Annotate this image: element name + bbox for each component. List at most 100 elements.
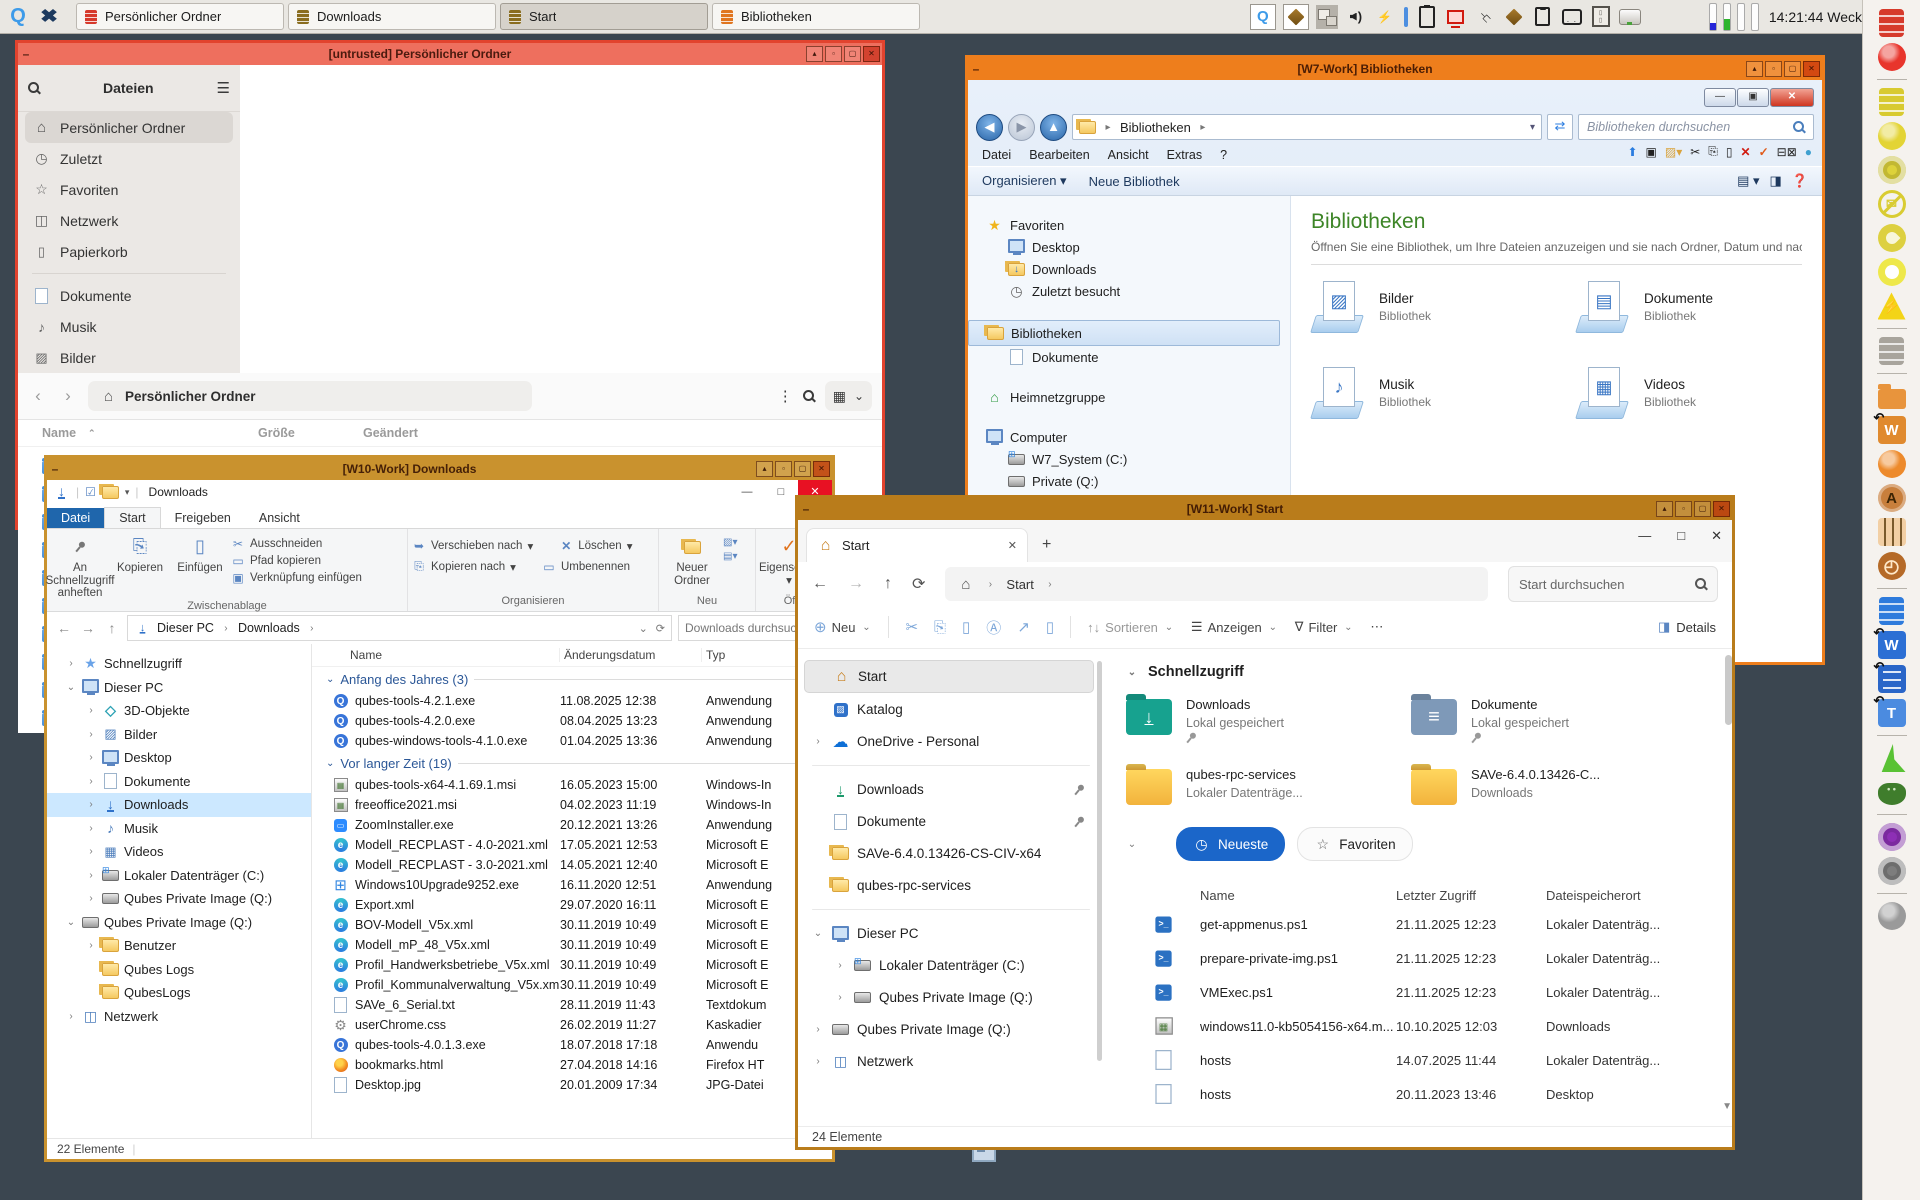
w10-titlebar[interactable]: – [W10-Work] Downloads ▴ ▫ ▢ ✕ xyxy=(47,458,832,480)
app-launcher-icon[interactable]: ✖ xyxy=(33,4,64,30)
delete-icon[interactable]: ▯ xyxy=(1046,618,1054,636)
paste-button[interactable]: ▯Einfügen xyxy=(171,531,229,575)
w7-library-item[interactable]: Videos Bibliothek xyxy=(1576,367,1831,419)
cut-icon[interactable]: ✂ xyxy=(905,618,918,636)
w10-file-row[interactable]: qubes-windows-tools-4.1.0.exe 01.04.2025… xyxy=(312,731,832,751)
sticky-button[interactable]: ▫ xyxy=(1675,501,1692,517)
files-blue[interactable] xyxy=(1876,595,1908,627)
w10-tree-item[interactable]: › Bilder xyxy=(47,723,311,747)
maximize-button[interactable]: ▢ xyxy=(1784,61,1801,77)
indicator-bar-icon[interactable] xyxy=(1403,5,1409,29)
new-folder-icon[interactable]: ▨▾ xyxy=(1665,145,1682,159)
w10-tree-item[interactable]: › Desktop xyxy=(47,746,311,770)
up-button[interactable]: ▲ xyxy=(1040,114,1067,141)
frog-green[interactable] xyxy=(1876,776,1908,808)
new-menu[interactable]: ⊕Neu⌄ xyxy=(814,618,872,636)
w11-nav-item[interactable] xyxy=(812,909,1090,910)
refresh-button[interactable]: ⟳ xyxy=(912,574,925,594)
volume-sliders[interactable] xyxy=(1709,3,1759,31)
w11-file-row[interactable]: windows11.0-kb5054156-x64.m... 10.10.202… xyxy=(1126,1009,1722,1043)
qat-dropdown-icon[interactable]: ▾ xyxy=(125,487,130,498)
w7-nav-item[interactable]: Downloads xyxy=(968,258,1290,280)
mixer-orange[interactable] xyxy=(1876,516,1908,548)
share-icon[interactable]: ↗ xyxy=(1017,618,1030,636)
w10-tree-item[interactable]: QubesLogs xyxy=(47,981,311,1005)
address-dropdown-icon[interactable]: ▾ xyxy=(1530,122,1535,133)
close-button[interactable]: ✕ xyxy=(1803,61,1820,77)
w7-nav-item[interactable]: Favoriten xyxy=(968,214,1290,236)
w7-library-item[interactable]: Musik Bibliothek xyxy=(1311,367,1566,419)
rename-icon[interactable]: Ⓐ xyxy=(986,617,1001,638)
w11-nav-item[interactable]: › OneDrive - Personal xyxy=(804,726,1094,757)
warning-yellow[interactable] xyxy=(1876,290,1908,322)
gnome-sidebar-item[interactable]: Musik xyxy=(25,311,233,342)
taskbar-window-button[interactable]: Persönlicher Ordner xyxy=(76,3,284,30)
ribbon-tab[interactable]: Freigeben xyxy=(161,508,245,528)
quick-access-card[interactable]: Dokumente Lokal gespeichert xyxy=(1411,697,1696,749)
clipboard-icon[interactable] xyxy=(1532,5,1554,29)
col-location[interactable]: Dateispeicherort xyxy=(1546,888,1722,903)
power-icon[interactable] xyxy=(1374,5,1396,29)
w7-menu-item[interactable]: Bearbeiten xyxy=(1029,148,1089,162)
preview-pane-icon[interactable]: ◨ xyxy=(1770,173,1782,189)
forward-button[interactable]: → xyxy=(848,575,864,593)
qat-check-icon[interactable]: ☑ xyxy=(85,485,96,499)
w7-menu-item[interactable]: Extras xyxy=(1167,148,1202,162)
w10-tree-item[interactable]: › Benutzer xyxy=(47,934,311,958)
crumb-downloads[interactable]: Downloads xyxy=(238,621,300,635)
w7-nav-item[interactable]: W7_System (C:) xyxy=(968,448,1290,470)
w10-tree-item[interactable]: › Dokumente xyxy=(47,770,311,794)
maximize-button[interactable]: ▢ xyxy=(1694,501,1711,517)
w10-tree-item[interactable]: › Lokaler Datenträger (C:) xyxy=(47,864,311,888)
col-size[interactable]: Größe xyxy=(258,426,363,440)
paste-shortcut-button[interactable]: ▣Verknüpfung einfügen xyxy=(231,571,362,585)
sticky-button[interactable]: ▫ xyxy=(825,46,842,62)
easy-access-icon[interactable]: ▨▾ xyxy=(723,537,737,548)
delete-icon[interactable]: ✕ xyxy=(1741,145,1751,159)
back-icon[interactable]: ‹ xyxy=(28,386,48,406)
quick-access-card[interactable]: SAVe-6.4.0.13426-C... Downloads xyxy=(1411,767,1696,805)
organize-menu[interactable]: Organisieren ▾ xyxy=(982,173,1067,189)
address-dropdown-icon[interactable]: ⌄ xyxy=(639,622,648,635)
globe-icon[interactable]: ● xyxy=(1805,145,1812,159)
scroll-down-icon[interactable]: ▼ xyxy=(1722,1101,1732,1112)
filter-pill[interactable]: Neueste xyxy=(1176,827,1285,861)
files-gray[interactable] xyxy=(1876,335,1908,367)
w10-maximize-button[interactable]: □ xyxy=(764,480,798,504)
gnome-sidebar-item[interactable]: Zuletzt xyxy=(25,143,233,174)
w7-nav-item[interactable]: Heimnetzgruppe xyxy=(968,386,1290,408)
main-scrollbar[interactable] xyxy=(1725,655,1732,725)
delete-button[interactable]: ✕Löschen ▾ xyxy=(559,539,632,553)
sidebar-scrollbar[interactable] xyxy=(1097,661,1102,1061)
filter-pill[interactable]: Favoriten xyxy=(1297,827,1412,861)
w10-file-row[interactable]: qubes-tools-4.2.0.exe 08.04.2025 13:23 A… xyxy=(312,711,832,731)
col-date[interactable]: Änderungsdatum xyxy=(560,648,702,662)
shade-button[interactable]: ▴ xyxy=(1746,61,1763,77)
details-button[interactable]: ◨Details xyxy=(1658,619,1716,635)
rename-button[interactable]: ▭Umbenennen xyxy=(542,559,630,574)
w10-file-row[interactable]: qubes-tools-4.2.1.exe 11.08.2025 12:38 A… xyxy=(312,691,832,711)
dark-cube-icon[interactable] xyxy=(1503,5,1525,29)
w11-search-box[interactable]: Start durchsuchen xyxy=(1508,566,1718,602)
text-blue[interactable]: T xyxy=(1876,697,1908,729)
new-tab-button[interactable]: + xyxy=(1042,536,1051,554)
clock-coin-orange[interactable] xyxy=(1876,550,1908,582)
w10-tree-item[interactable]: › Netzwerk xyxy=(47,1005,311,1029)
w10-file-row[interactable]: Windows10Upgrade9252.exe 16.11.2020 12:5… xyxy=(312,875,832,895)
w11-nav-item[interactable]: › Qubes Private Image (Q:) xyxy=(804,982,1094,1013)
w10-tree-item[interactable]: ⌄ Qubes Private Image (Q:) xyxy=(47,911,311,935)
w10-file-row[interactable]: SAVe_6_Serial.txt 28.11.2019 11:43 Textd… xyxy=(312,995,832,1015)
archive-drive-icon[interactable] xyxy=(1590,5,1612,29)
up-button[interactable]: ↑ xyxy=(884,575,892,593)
crumb-this-pc[interactable]: Dieser PC xyxy=(157,621,214,635)
slider-2[interactable] xyxy=(1723,3,1731,31)
tor-purple[interactable] xyxy=(1876,821,1908,853)
mail-blocked-yellow[interactable] xyxy=(1876,188,1908,220)
w11-nav-item[interactable]: SAVe-6.4.0.13426-CS-CIV-x64 xyxy=(804,838,1094,869)
taskbar-window-button[interactable]: Start xyxy=(500,3,708,30)
w11-nav-item[interactable] xyxy=(812,765,1090,766)
w11-nav-item[interactable]: › Lokaler Datenträger (C:) xyxy=(804,950,1094,981)
w11-file-row[interactable]: prepare-private-img.ps1 21.11.2025 12:23… xyxy=(1126,941,1722,975)
w11-nav-item[interactable]: › Netzwerk xyxy=(804,1046,1094,1077)
w7-library-item[interactable]: Dokumente Bibliothek xyxy=(1576,281,1831,333)
